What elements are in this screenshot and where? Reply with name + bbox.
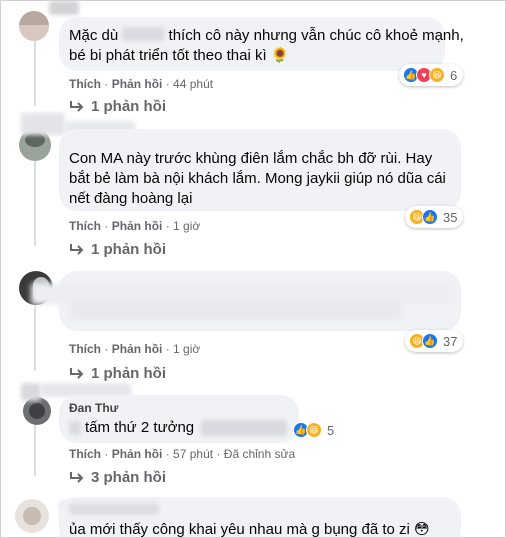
edited-label: Đã chỉnh sửa (223, 447, 296, 461)
view-replies-link[interactable]: 1 phản hồi (69, 241, 166, 258)
timestamp[interactable]: 57 phút (173, 447, 213, 461)
reply-arrow-icon (70, 101, 84, 112)
like-button[interactable]: Thích (69, 219, 101, 233)
blurred-name-inline (201, 420, 287, 436)
thread-line (34, 41, 36, 106)
reaction-count: 5 (327, 422, 335, 438)
comment-text-line: Con MA này trước khùng điên lắm chắc bh … (69, 150, 433, 167)
thread-line (34, 421, 36, 476)
reaction-summary[interactable]: 😆 👍 37 (405, 330, 464, 352)
comment-text: tấm thứ 2 tưởng (85, 419, 195, 436)
like-icon: 👍 (422, 209, 438, 225)
like-button[interactable]: Thích (69, 342, 101, 356)
timestamp[interactable]: 1 giờ (173, 342, 200, 356)
avatar[interactable] (23, 397, 51, 425)
reply-button[interactable]: Phản hồi (112, 219, 163, 233)
thread-line (34, 161, 36, 246)
like-icon: 👍 (422, 333, 438, 349)
like-button[interactable]: Thích (69, 77, 101, 91)
comment-actions: Thích · Phản hồi · 44 phút (69, 77, 214, 91)
blurred-comment-text (71, 301, 401, 319)
reaction-count: 6 (450, 67, 458, 83)
blurred-name-inline (122, 27, 165, 41)
comment-author[interactable]: Đan Thư (69, 401, 118, 415)
comment-actions: Thích · Phản hồi · 57 phút · Đã chỉnh sử… (69, 447, 296, 461)
blurred-name (21, 113, 65, 135)
comment-text-line: bé bi phát triển tốt theo thai kì 🌻 (69, 47, 290, 64)
reply-arrow-icon (70, 368, 84, 379)
comments-panel: Mặc dù thích cô này nhưng vẫn chúc cô kh… (0, 0, 506, 538)
reaction-summary[interactable]: 👍 😆 5 (289, 419, 340, 441)
comment-text-line: bắt bẻ làm bà nội khách lắm. Mong jaykii… (69, 170, 446, 187)
view-replies-link[interactable]: 3 phản hồi (69, 469, 166, 486)
blurred-name (49, 1, 79, 15)
reply-button[interactable]: Phản hồi (112, 77, 163, 91)
avatar[interactable] (15, 499, 49, 533)
timestamp[interactable]: 1 giờ (173, 219, 200, 233)
comment-actions: Thích · Phản hồi · 1 giờ (69, 342, 201, 356)
comment-text-line: nết đàng hoàng lại (69, 190, 193, 207)
reply-arrow-icon (70, 244, 84, 255)
reply-button[interactable]: Phản hồi (112, 342, 163, 356)
reply-button[interactable]: Phản hồi (112, 447, 163, 461)
reply-arrow-icon (70, 472, 84, 483)
avatar[interactable] (19, 11, 49, 41)
timestamp[interactable]: 44 phút (173, 77, 213, 91)
view-replies-link[interactable]: 1 phản hồi (69, 98, 166, 115)
thread-line (34, 303, 36, 371)
reaction-count: 35 (443, 209, 458, 225)
reaction-count: 37 (443, 333, 458, 349)
comment-text: Mặc dù thích cô này nhưng vẫn chúc cô kh… (69, 27, 464, 44)
blurred-name (21, 383, 41, 401)
haha-icon: 😆 (306, 422, 322, 438)
reaction-summary[interactable]: 😆 👍 35 (405, 206, 464, 228)
blurred-name-inline (69, 421, 81, 435)
view-replies-link[interactable]: 1 phản hồi (69, 365, 166, 382)
comment-actions: Thích · Phản hồi · 1 giờ (69, 219, 201, 233)
reaction-summary[interactable]: 👍 ♥ 😆 6 (399, 64, 464, 86)
haha-icon: 😆 (429, 67, 445, 83)
blurred-name (69, 503, 159, 515)
like-button[interactable]: Thích (69, 447, 101, 461)
comment-text: ủa mới thấy công khai yêu nhau mà g bụng… (69, 521, 430, 538)
